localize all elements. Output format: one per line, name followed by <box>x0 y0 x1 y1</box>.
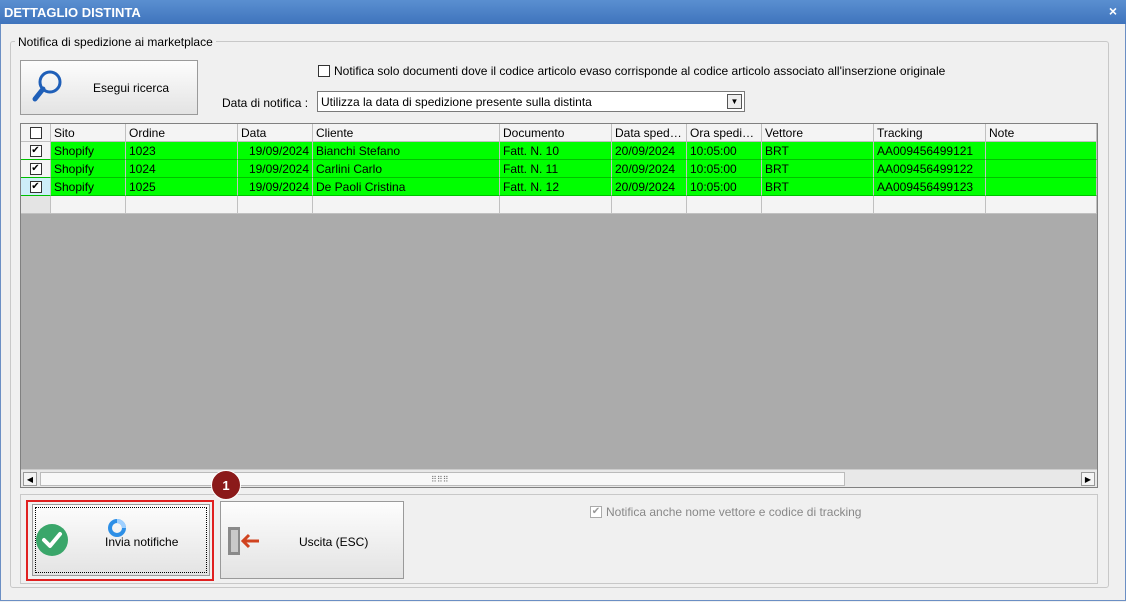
row-select-cell[interactable]: ✔ <box>21 178 51 196</box>
only-matching-label: Notifica solo documenti dove il codice a… <box>334 64 946 78</box>
new-row[interactable] <box>21 196 1097 214</box>
row-checkbox[interactable]: ✔ <box>29 162 42 175</box>
cell-data[interactable]: 19/09/2024 <box>238 160 313 178</box>
empty-cell[interactable] <box>612 196 687 214</box>
empty-cell[interactable] <box>313 196 500 214</box>
cell-sito[interactable]: Shopify <box>51 142 126 160</box>
select-all-cell[interactable] <box>21 124 51 142</box>
column-header[interactable]: Ora spedi… <box>687 124 762 142</box>
exit-button-label: Uscita (ESC) <box>299 535 369 549</box>
exit-door-icon <box>225 524 261 561</box>
cell-cliente[interactable]: De Paoli Cristina <box>313 178 500 196</box>
table-row[interactable]: ✔ Shopify 1024 19/09/2024 Carlini Carlo … <box>21 160 1097 178</box>
column-header[interactable]: Cliente <box>313 124 500 142</box>
date-select-value: Utilizza la data di spedizione presente … <box>321 95 592 109</box>
window-title: DETTAGLIO DISTINTA <box>4 5 141 20</box>
column-header[interactable]: Note <box>986 124 1097 142</box>
cell-ora-spedizione[interactable]: 10:05:00 <box>687 142 762 160</box>
chevron-down-icon[interactable]: ▼ <box>727 94 742 109</box>
search-button-label: Esegui ricerca <box>93 81 170 95</box>
empty-cell[interactable] <box>126 196 238 214</box>
cell-note[interactable] <box>986 160 1097 178</box>
cell-vettore[interactable]: BRT <box>762 160 874 178</box>
horizontal-scrollbar[interactable]: ◀ ⠿⠿⠿ ▶ <box>21 469 1097 487</box>
select-all-checkbox[interactable] <box>29 126 42 139</box>
column-header[interactable]: Data sped… <box>612 124 687 142</box>
cell-vettore[interactable]: BRT <box>762 178 874 196</box>
empty-cell[interactable] <box>238 196 313 214</box>
cell-ordine[interactable]: 1024 <box>126 160 238 178</box>
tracking-option: ✔ Notifica anche nome vettore e codice d… <box>590 505 861 519</box>
cell-tracking[interactable]: AA009456499123 <box>874 178 986 196</box>
column-header[interactable]: Data <box>238 124 313 142</box>
cell-ora-spedizione[interactable]: 10:05:00 <box>687 178 762 196</box>
group-title: Notifica di spedizione ai marketplace <box>15 35 216 49</box>
row-select-cell[interactable]: ✔ <box>21 142 51 160</box>
column-header[interactable]: Ordine <box>126 124 238 142</box>
cell-data[interactable]: 19/09/2024 <box>238 142 313 160</box>
date-label: Data di notifica : <box>222 96 309 110</box>
cell-ordine[interactable]: 1025 <box>126 178 238 196</box>
empty-cell[interactable] <box>762 196 874 214</box>
cell-data-spedizione[interactable]: 20/09/2024 <box>612 142 687 160</box>
send-notifications-button[interactable]: Invia notifiche <box>32 504 210 576</box>
scrollbar-thumb[interactable]: ⠿⠿⠿ <box>40 472 845 486</box>
date-select[interactable]: Utilizza la data di spedizione presente … <box>317 91 745 112</box>
cell-ordine[interactable]: 1023 <box>126 142 238 160</box>
empty-cell[interactable] <box>687 196 762 214</box>
row-checkbox[interactable]: ✔ <box>29 180 42 193</box>
cell-tracking[interactable]: AA009456499121 <box>874 142 986 160</box>
table-row[interactable]: ✔ Shopify 1025 19/09/2024 De Paoli Crist… <box>21 178 1097 196</box>
empty-cell[interactable] <box>874 196 986 214</box>
cell-cliente[interactable]: Bianchi Stefano <box>313 142 500 160</box>
shipments-table[interactable]: Sito Ordine Data Cliente Documento Data … <box>20 123 1098 488</box>
scroll-left-icon[interactable]: ◀ <box>23 472 37 486</box>
table-header: Sito Ordine Data Cliente Documento Data … <box>21 124 1097 142</box>
close-icon[interactable]: × <box>1109 3 1117 19</box>
tracking-label: Notifica anche nome vettore e codice di … <box>606 505 862 519</box>
tracking-checkbox: ✔ <box>590 506 602 518</box>
cell-data[interactable]: 19/09/2024 <box>238 178 313 196</box>
check-circle-icon <box>35 523 69 560</box>
empty-cell[interactable] <box>500 196 612 214</box>
cell-sito[interactable]: Shopify <box>51 160 126 178</box>
magnifier-icon <box>31 69 65 108</box>
scroll-right-icon[interactable]: ▶ <box>1081 472 1095 486</box>
cell-sito[interactable]: Shopify <box>51 178 126 196</box>
row-select-cell[interactable]: ✔ <box>21 160 51 178</box>
send-notifications-label: Invia notifiche <box>105 535 179 549</box>
empty-cell[interactable] <box>51 196 126 214</box>
only-matching-option[interactable]: Notifica solo documenti dove il codice a… <box>318 64 945 78</box>
cell-note[interactable] <box>986 142 1097 160</box>
row-checkbox[interactable]: ✔ <box>29 144 42 157</box>
cell-ora-spedizione[interactable]: 10:05:00 <box>687 160 762 178</box>
step-badge: 1 <box>211 470 241 500</box>
grip-icon: ⠿⠿⠿ <box>431 475 449 484</box>
cell-documento[interactable]: Fatt. N. 10 <box>500 142 612 160</box>
search-button[interactable]: Esegui ricerca <box>20 60 198 115</box>
cell-documento[interactable]: Fatt. N. 12 <box>500 178 612 196</box>
exit-button[interactable]: Uscita (ESC) <box>220 501 404 579</box>
cell-data-spedizione[interactable]: 20/09/2024 <box>612 160 687 178</box>
column-header[interactable]: Sito <box>51 124 126 142</box>
empty-cell[interactable] <box>986 196 1097 214</box>
only-matching-checkbox[interactable] <box>318 65 330 77</box>
cell-vettore[interactable]: BRT <box>762 142 874 160</box>
cell-documento[interactable]: Fatt. N. 11 <box>500 160 612 178</box>
column-header[interactable]: Vettore <box>762 124 874 142</box>
new-row-select-cell[interactable] <box>21 196 51 214</box>
cell-cliente[interactable]: Carlini Carlo <box>313 160 500 178</box>
table-row[interactable]: ✔ Shopify 1023 19/09/2024 Bianchi Stefan… <box>21 142 1097 160</box>
cell-data-spedizione[interactable]: 20/09/2024 <box>612 178 687 196</box>
column-header[interactable]: Tracking <box>874 124 986 142</box>
title-bar: DETTAGLIO DISTINTA × <box>0 0 1126 24</box>
column-header[interactable]: Documento <box>500 124 612 142</box>
cell-tracking[interactable]: AA009456499122 <box>874 160 986 178</box>
cell-note[interactable] <box>986 178 1097 196</box>
